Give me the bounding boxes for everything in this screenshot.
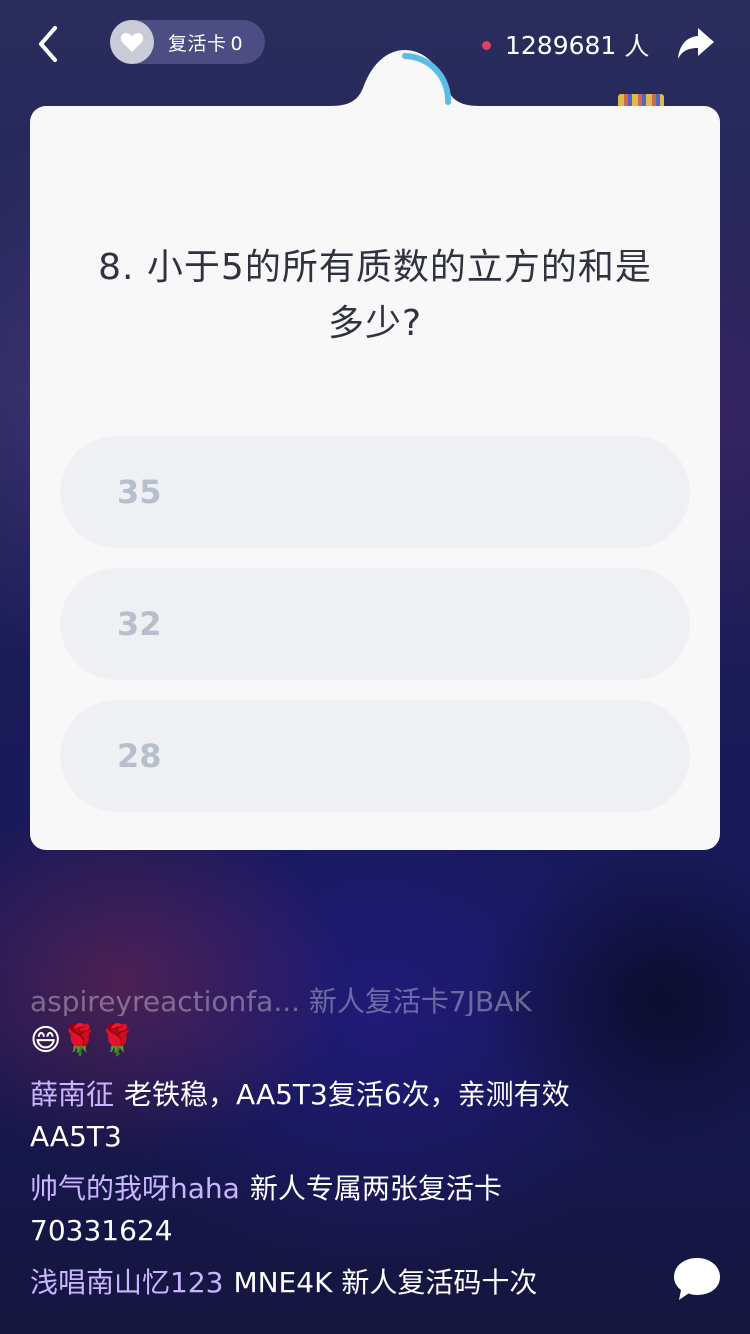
chat-username[interactable]: 浅唱南山忆123 <box>30 1266 223 1299</box>
answer-option-label: 35 <box>117 473 162 511</box>
countdown-timer <box>330 50 480 130</box>
chat-message-faded: aspireyreactionfa... 新人复活卡7JBAK <box>30 985 532 1016</box>
answer-option-label: 32 <box>117 605 162 643</box>
share-button[interactable] <box>676 26 716 62</box>
chat-feed: aspireyreactionfa... 新人复活卡7JBAK 😄🌹🌹 薛南征老… <box>30 980 650 1304</box>
answer-option-a[interactable]: 35 <box>60 436 690 548</box>
answer-option-c[interactable]: 28 <box>60 700 690 812</box>
chat-username[interactable]: 帅气的我呀haha <box>30 1172 240 1205</box>
heart-icon <box>110 20 154 64</box>
viewer-count: 1289681 人 <box>482 28 649 62</box>
comment-button[interactable] <box>672 1254 722 1304</box>
chat-message: 帅气的我呀haha 新人专属两张复活卡 70331624 <box>30 1168 650 1252</box>
revive-card-text: 复活卡 <box>168 32 227 55</box>
chat-bubble-icon <box>674 1258 720 1300</box>
question-text: 8. 小于5的所有质数的立方的和是多少? <box>98 247 652 344</box>
live-dot-icon <box>482 40 491 50</box>
viewer-count-unit: 人 <box>624 32 650 61</box>
chat-emoji-line: 😄🌹🌹 <box>30 1022 136 1058</box>
chat-username[interactable]: 薛南征 <box>30 1078 114 1111</box>
viewer-count-value: 1289681 <box>505 30 617 60</box>
chevron-left-icon <box>39 26 57 62</box>
question-card: 8. 小于5的所有质数的立方的和是多少? 35 32 28 <box>30 50 720 850</box>
chat-message: 浅唱南山忆123 MNE4K 新人复活码十次 <box>30 1262 650 1304</box>
answer-option-label: 28 <box>117 737 162 775</box>
chat-text: MNE4K 新人复活码十次 <box>233 1266 538 1299</box>
chat-message: 薛南征 老铁稳，AA5T3复活6次，亲测有效AA5T3 <box>30 1074 650 1158</box>
revive-card-badge[interactable]: 复活卡 0 <box>110 20 265 64</box>
share-arrow-icon <box>678 28 714 59</box>
revive-card-count: 0 <box>230 32 244 55</box>
back-button[interactable] <box>28 24 68 64</box>
answer-option-b[interactable]: 32 <box>60 568 690 680</box>
revive-card-label: 复活卡 0 <box>168 29 243 56</box>
